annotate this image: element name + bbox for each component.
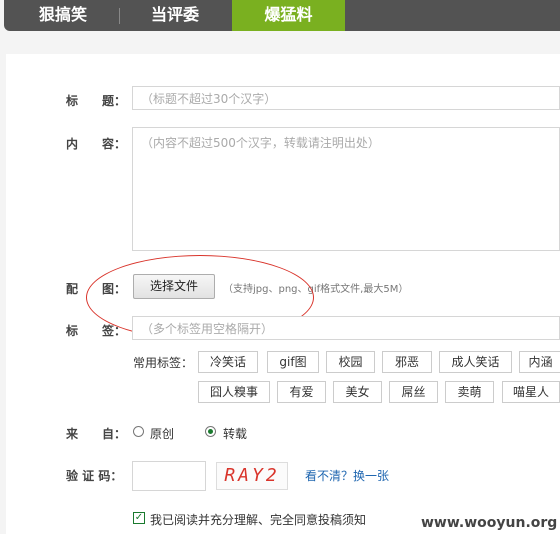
captcha-label: 验 证 码：	[66, 469, 123, 483]
tag-button[interactable]: 屌丝	[389, 381, 438, 403]
tab-submit-news[interactable]: 爆猛料	[232, 0, 345, 31]
tags-label: 标 签：	[66, 324, 127, 338]
radio-original-label[interactable]: 原创	[150, 425, 174, 442]
radio-original[interactable]	[133, 426, 144, 437]
watermark: www.wooyun.org	[421, 515, 558, 531]
radio-repost-label[interactable]: 转载	[223, 425, 247, 442]
tag-button[interactable]: 喵星人	[502, 381, 560, 403]
tag-button[interactable]: 美女	[333, 381, 382, 403]
content-textarea[interactable]: （内容不超过500个汉字，转载请注明出处）	[132, 127, 560, 251]
captcha-image: RAY2	[216, 462, 288, 490]
tab-funny[interactable]: 狠搞笑	[8, 0, 118, 31]
captcha-input[interactable]	[132, 461, 206, 491]
source-label: 来 自：	[66, 427, 127, 441]
radio-repost[interactable]	[205, 426, 216, 437]
common-tags-label: 常用标签：	[133, 356, 194, 370]
agree-checkbox[interactable]: ✓	[133, 512, 145, 524]
captcha-refresh-link[interactable]: 看不清？换一张	[305, 467, 389, 484]
title-label: 标 题：	[66, 94, 127, 108]
tag-button[interactable]: gif图	[267, 351, 319, 373]
tag-button[interactable]: 囧人糗事	[198, 381, 270, 403]
tag-button[interactable]: 邪恶	[382, 351, 432, 373]
tag-button[interactable]: 校园	[326, 351, 375, 373]
content-label: 内 容：	[66, 137, 127, 151]
agree-label[interactable]: 我已阅读并充分理解、完全同意投稿须知	[150, 511, 366, 528]
tag-button[interactable]: 成人笑话	[439, 351, 512, 373]
tab-judge[interactable]: 当评委	[120, 0, 230, 31]
tag-button[interactable]: 冷笑话	[198, 351, 258, 373]
tag-button[interactable]: 卖萌	[445, 381, 494, 403]
tags-input[interactable]: （多个标签用空格隔开）	[132, 316, 560, 340]
title-input[interactable]: （标题不超过30个汉字）	[132, 86, 560, 110]
top-nav-bar: 狠搞笑 当评委 爆猛料	[4, 0, 560, 31]
tag-button[interactable]: 有爱	[277, 381, 326, 403]
tag-button[interactable]: 内涵	[519, 351, 560, 373]
